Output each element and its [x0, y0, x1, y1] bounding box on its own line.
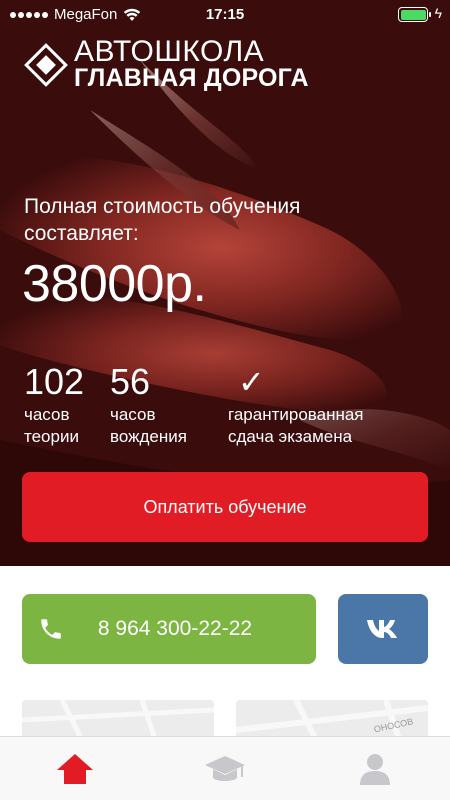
stat-label: гарантированная сдача экзамена: [228, 405, 364, 446]
graduation-cap-icon: [205, 756, 245, 781]
stat-value: 102: [24, 361, 85, 402]
school-logo: АВТОШКОЛА ГЛАВНАЯ ДОРОГА: [24, 35, 309, 92]
diamond-logo-icon: [24, 42, 68, 87]
stat-driving-hours: 56 часов вождения: [110, 362, 187, 448]
hero-section: MegaFon 17:15 ϟ АВТОШКОЛА ГЛАВНАЯ ДОРОГА…: [0, 0, 450, 566]
home-icon: [57, 754, 93, 784]
price: 38000р.: [22, 255, 207, 313]
tab-home[interactable]: [50, 749, 100, 789]
user-icon: [360, 754, 390, 785]
cost-label: Полная стоимость обучения составляет:: [24, 195, 301, 245]
check-icon: ✓: [238, 364, 265, 400]
stat-theory-hours: 102 часов теории: [24, 362, 84, 448]
vk-button[interactable]: [338, 594, 428, 664]
stat-label: часов теории: [24, 405, 79, 446]
battery-icon: [398, 7, 431, 22]
stat-exam-guarantee: ✓ гарантированная сдача экзамена: [228, 362, 364, 448]
call-phone-button[interactable]: 8 964 300-22-22: [22, 594, 316, 664]
tab-education[interactable]: [200, 749, 250, 789]
vk-icon: [367, 620, 397, 638]
logo-line2: ГЛАВНАЯ ДОРОГА: [74, 64, 309, 92]
status-bar: MegaFon 17:15 ϟ: [0, 0, 450, 30]
logo-line1: АВТОШКОЛА: [74, 35, 265, 68]
stat-label: часов вождения: [110, 405, 187, 446]
stat-value: 56: [110, 361, 151, 402]
pay-tuition-button[interactable]: Оплатить обучение: [22, 472, 428, 542]
clock: 17:15: [205, 6, 245, 23]
phone-icon: [41, 619, 61, 639]
tab-profile[interactable]: [350, 749, 400, 789]
tab-bar: [0, 736, 450, 800]
charging-icon: ϟ: [434, 5, 442, 21]
phone-number: 8 964 300-22-22: [97, 617, 253, 640]
